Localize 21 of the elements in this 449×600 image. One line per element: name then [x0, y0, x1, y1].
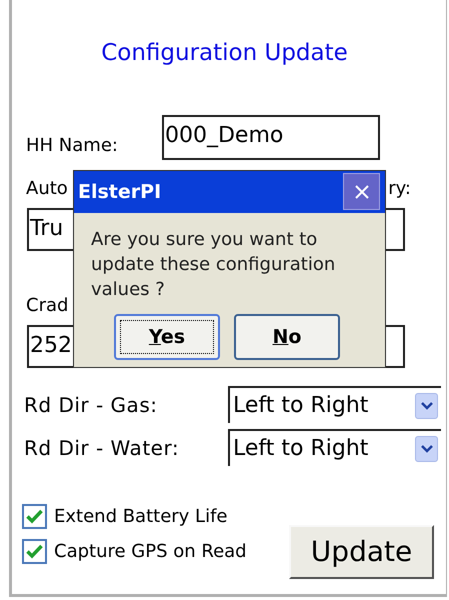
- input-field[interactable]: 000_Demo: [162, 115, 380, 160]
- field-label: Crad: [26, 294, 68, 318]
- field-label: ry:: [388, 177, 411, 201]
- checkbox-label: Extend Battery Life: [54, 504, 228, 528]
- checkbox-label: Capture GPS on Read: [54, 540, 247, 564]
- dropdown[interactable]: Left to Right: [228, 386, 441, 423]
- close-icon[interactable]: [354, 184, 370, 200]
- checkbox[interactable]: [22, 539, 47, 564]
- field-label: Rd Dir - Gas:: [24, 392, 158, 418]
- dialog-button[interactable]: No: [234, 314, 340, 360]
- field-label: Rd Dir - Water:: [24, 434, 180, 460]
- checkbox[interactable]: [22, 504, 47, 529]
- field-label: HH Name:: [26, 134, 119, 158]
- form-title: Configuration Update: [101, 40, 348, 66]
- update-button[interactable]: Update: [289, 525, 434, 579]
- dialog-message: Are you sure you want to update these configuration values ?: [91, 228, 336, 302]
- field-label: Auto: [26, 177, 68, 201]
- dialog-title: ElsterPI: [78, 180, 162, 205]
- dialog-button[interactable]: Yes: [114, 314, 220, 360]
- close-button[interactable]: [343, 173, 380, 210]
- dropdown[interactable]: Left to Right: [228, 429, 441, 466]
